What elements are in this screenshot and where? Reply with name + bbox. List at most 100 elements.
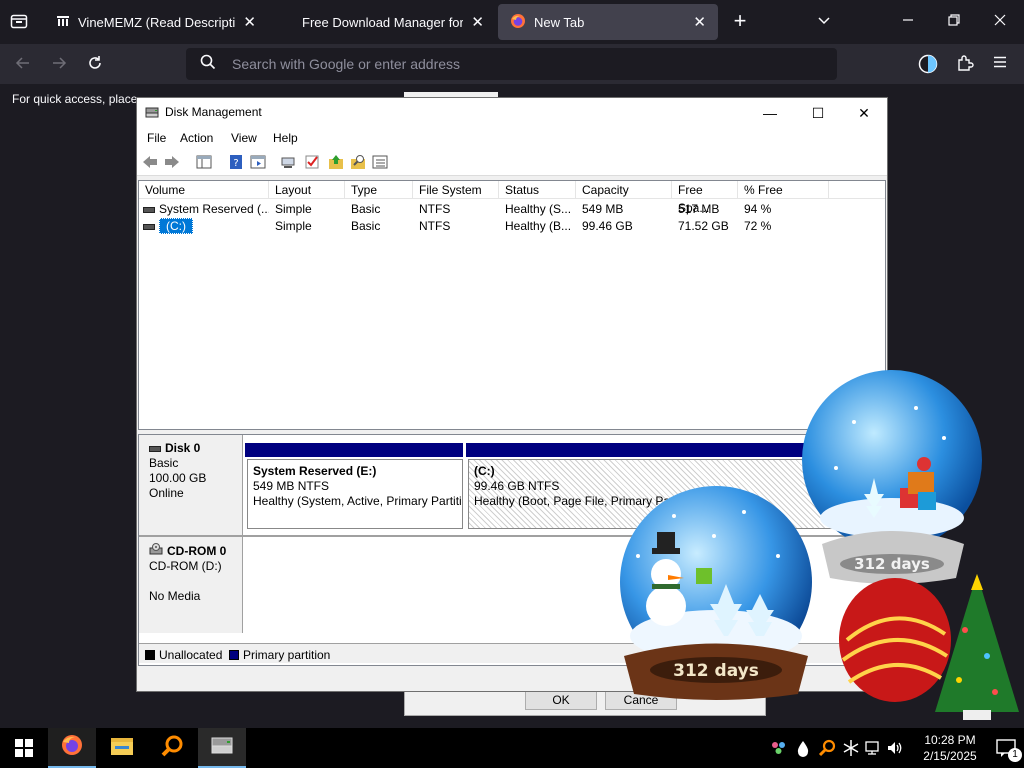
column-header[interactable]: Free Spa... — [672, 181, 738, 215]
close-tab-icon[interactable]: ✕ — [693, 13, 706, 31]
ok-button[interactable]: OK — [525, 690, 597, 710]
close-icon[interactable]: ✕ — [841, 101, 887, 125]
cdrom-0-header[interactable]: CD-ROM 0 CD-ROM (D:) No Media — [139, 537, 243, 633]
forward-icon[interactable] — [163, 153, 181, 171]
clock[interactable]: 10:28 PM 2/15/2025 — [910, 732, 990, 764]
table-cell: Healthy (S... — [505, 202, 572, 216]
back-arrow-icon[interactable] — [14, 54, 32, 78]
firefox-icon — [60, 733, 84, 762]
tab-free-download-manager[interactable]: Free Download Manager for Wi ✕ — [290, 4, 496, 40]
menu-help[interactable]: Help — [273, 131, 298, 145]
search-folder-icon[interactable] — [349, 153, 367, 171]
table-cell: 99.46 GB — [582, 219, 633, 233]
taskbar: 10:28 PM 2/15/2025 1 — [0, 728, 1024, 768]
table-cell: Healthy (B... — [505, 219, 572, 233]
search-icon — [200, 54, 216, 75]
disk-management-icon — [210, 734, 234, 761]
vpn-shield-icon[interactable] — [918, 54, 938, 80]
menu-bar: File Action View Help — [137, 126, 887, 148]
disk-size: 100.00 GB — [149, 471, 207, 485]
column-header-empty — [829, 181, 885, 199]
snowflake-icon[interactable] — [842, 739, 860, 760]
column-header[interactable]: File System — [413, 181, 499, 199]
forward-arrow-icon[interactable] — [50, 54, 68, 78]
disk-state: No Media — [149, 589, 201, 603]
selected-volume: (C:) — [159, 218, 193, 234]
network-app-icon[interactable] — [770, 739, 788, 760]
notification-count-badge: 1 — [1008, 748, 1022, 762]
tab-vinememz[interactable]: VineMEMZ (Read Description) : ✕ — [44, 4, 268, 40]
close-tab-icon[interactable]: ✕ — [471, 13, 484, 31]
menu-action[interactable]: Action — [180, 131, 213, 145]
disk-icon — [149, 445, 161, 452]
tab-new-tab[interactable]: New Tab ✕ — [498, 4, 718, 40]
menu-view[interactable]: View — [231, 131, 257, 145]
taskbar-firefox[interactable] — [48, 728, 96, 768]
menu-file[interactable]: File — [147, 131, 166, 145]
partition-label: System Reserved (E:) — [253, 464, 377, 478]
magnifier-icon[interactable] — [818, 739, 836, 760]
minimize-icon[interactable] — [900, 12, 916, 34]
browser-tab-bar: VineMEMZ (Read Description) : ✕ Free Dow… — [0, 0, 1024, 44]
minimize-icon[interactable]: — — [747, 101, 793, 125]
connect-icon[interactable] — [279, 153, 297, 171]
reload-icon[interactable] — [86, 54, 104, 78]
taskbar-search-app[interactable] — [148, 728, 196, 768]
help-icon[interactable]: ? — [227, 153, 245, 171]
title-bar[interactable]: Disk Management — ☐ ✕ — [137, 98, 887, 126]
legend-item: Primary partition — [229, 648, 330, 662]
clock-time: 10:28 PM — [924, 733, 976, 747]
menu-icon[interactable] — [992, 54, 1008, 76]
column-header[interactable]: Volume — [139, 181, 269, 199]
close-tab-icon[interactable]: ✕ — [243, 13, 256, 31]
properties-icon[interactable] — [249, 153, 267, 171]
svg-text:?: ? — [233, 158, 238, 169]
disk-name: CD-ROM 0 — [167, 543, 227, 558]
taskbar-disk-management[interactable] — [198, 728, 246, 768]
table-cell: 94 % — [744, 202, 772, 216]
firefox-view-icon[interactable] — [10, 12, 28, 36]
legend-swatch — [145, 650, 155, 660]
check-icon[interactable] — [303, 153, 321, 171]
network-icon[interactable] — [864, 739, 882, 760]
water-drop-icon[interactable] — [796, 739, 810, 760]
column-header[interactable]: % Free — [738, 181, 829, 199]
archive-icon — [56, 14, 70, 31]
partition-system-reserved[interactable]: System Reserved (E:) 549 MB NTFS Healthy… — [247, 459, 463, 529]
table-cell: System Reserved (... — [139, 201, 269, 218]
extensions-icon[interactable] — [956, 54, 974, 78]
console-tree-icon[interactable] — [195, 153, 213, 171]
column-header[interactable]: Status — [499, 181, 576, 199]
table-cell: Basic — [351, 202, 381, 216]
address-bar[interactable]: Search with Google or enter address — [186, 48, 837, 80]
folder-up-icon[interactable] — [327, 153, 345, 171]
taskbar-file-explorer[interactable] — [98, 728, 146, 768]
volume-list: Volume Layout Type File System Status Ca… — [138, 180, 886, 430]
table-cell: Simple — [275, 202, 312, 216]
disk-0-header[interactable]: Disk 0 Basic 100.00 GB Online — [139, 435, 243, 535]
tab-title: New Tab — [534, 14, 585, 30]
volume-icon[interactable] — [886, 739, 904, 760]
tab-title: Free Download Manager for Wi — [302, 14, 464, 30]
column-header[interactable]: Layout — [269, 181, 345, 199]
column-header[interactable]: Type — [345, 181, 413, 199]
table-cell: NTFS — [419, 202, 451, 216]
disk-size — [149, 574, 232, 589]
table-cell: 72 % — [744, 219, 772, 233]
chevron-down-icon[interactable] — [816, 12, 832, 34]
partition-fs: 549 MB NTFS — [253, 479, 330, 493]
restore-icon[interactable] — [946, 12, 962, 34]
disk-name: Disk 0 — [165, 441, 201, 455]
disk-type: Basic — [149, 456, 179, 470]
list-view-icon[interactable] — [371, 153, 389, 171]
start-button[interactable] — [0, 728, 48, 768]
back-icon[interactable] — [141, 153, 159, 171]
snow-globe-back: 312 days — [796, 368, 992, 588]
new-tab-button[interactable]: + — [730, 10, 750, 32]
column-header[interactable]: Capacity — [576, 181, 672, 199]
disk-state: Online — [149, 486, 184, 500]
folder-icon — [110, 735, 134, 762]
close-window-icon[interactable] — [992, 12, 1008, 34]
maximize-icon[interactable]: ☐ — [795, 101, 841, 125]
magnifier-icon — [160, 734, 184, 763]
